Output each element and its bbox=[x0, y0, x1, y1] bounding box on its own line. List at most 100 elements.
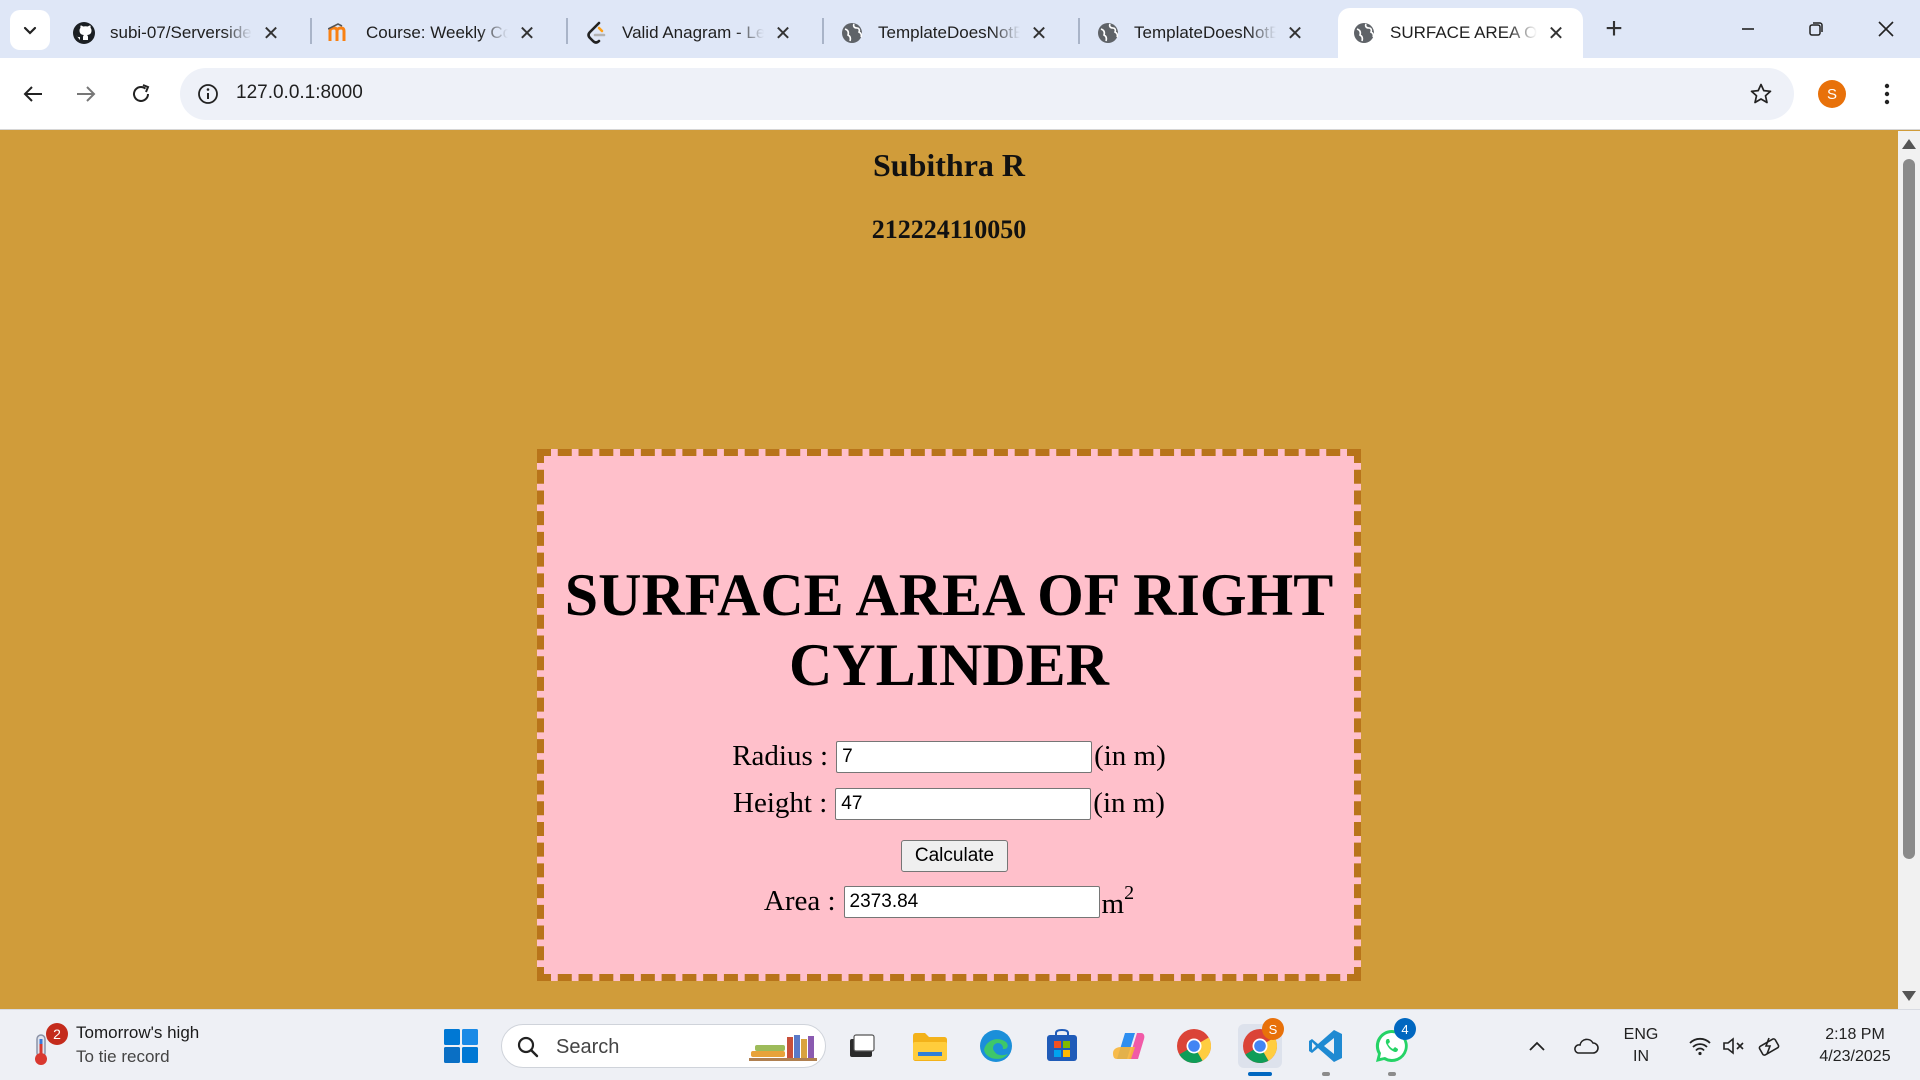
profile-avatar[interactable]: S bbox=[1818, 80, 1846, 108]
windows-logo-icon bbox=[444, 1029, 478, 1063]
area-label: Area : bbox=[763, 885, 836, 917]
running-indicator bbox=[1388, 1072, 1396, 1076]
page-title: SURFACE AREA OF RIGHT CYLINDER bbox=[564, 562, 1334, 698]
scroll-down-arrow-icon[interactable] bbox=[1902, 991, 1916, 1001]
taskbar-search[interactable]: Search bbox=[501, 1024, 826, 1068]
close-icon[interactable]: ✕ bbox=[1282, 20, 1308, 46]
tab-separator bbox=[822, 18, 824, 44]
forward-arrow-icon bbox=[77, 86, 96, 102]
tab-course[interactable]: Course: Weekly Co ✕ bbox=[314, 8, 554, 58]
globe-icon bbox=[840, 21, 864, 45]
calculate-button[interactable]: Calculate bbox=[901, 840, 1008, 872]
area-output[interactable] bbox=[843, 885, 1100, 918]
vscode-button[interactable] bbox=[1304, 1024, 1348, 1076]
restore-button[interactable] bbox=[1786, 6, 1846, 52]
clock[interactable]: 2:18 PM 4/23/2025 bbox=[1800, 1010, 1910, 1080]
tab-separator bbox=[1078, 18, 1080, 44]
tab-separator bbox=[566, 18, 568, 44]
address-bar[interactable]: 127.0.0.1:8000 bbox=[180, 68, 1794, 120]
close-icon[interactable]: ✕ bbox=[1543, 20, 1569, 46]
chrome-button[interactable] bbox=[1172, 1024, 1216, 1068]
student-id: 212224110050 bbox=[871, 215, 1027, 244]
height-label: Height : bbox=[733, 787, 828, 819]
tab-title: Course: Weekly Co bbox=[366, 23, 508, 42]
battery-button[interactable] bbox=[1754, 1010, 1786, 1080]
volume-button[interactable] bbox=[1718, 1010, 1750, 1080]
globe-icon bbox=[1096, 21, 1120, 45]
url-text[interactable]: 127.0.0.1:8000 bbox=[236, 82, 363, 104]
store-icon bbox=[1047, 1029, 1077, 1061]
chevron-down-icon bbox=[23, 26, 37, 35]
forward-button[interactable] bbox=[66, 74, 106, 114]
height-input[interactable] bbox=[835, 787, 1092, 820]
back-button[interactable] bbox=[13, 74, 53, 114]
volume-muted-icon bbox=[1723, 1036, 1744, 1055]
thermometer-icon: 2 bbox=[26, 1023, 68, 1067]
chrome-icon bbox=[1177, 1029, 1211, 1063]
close-icon[interactable]: ✕ bbox=[258, 20, 284, 46]
tab-github[interactable]: subi-07/Serverside ✕ bbox=[58, 8, 298, 58]
language-code: ENG bbox=[1623, 1025, 1659, 1043]
clock-date: 4/23/2025 bbox=[1819, 1047, 1891, 1065]
onedrive-button[interactable] bbox=[1568, 1010, 1602, 1080]
task-view-icon bbox=[850, 1034, 875, 1057]
whatsapp-badge: 4 bbox=[1394, 1018, 1416, 1040]
battery-charging-icon bbox=[1758, 1037, 1780, 1056]
vscode-icon bbox=[1309, 1030, 1342, 1062]
show-hidden-icons-button[interactable] bbox=[1522, 1010, 1552, 1080]
close-icon[interactable]: ✕ bbox=[1026, 20, 1052, 46]
site-info-icon[interactable] bbox=[194, 80, 222, 108]
tab-template-error-2[interactable]: TemplateDoesNotE ✕ bbox=[1082, 8, 1322, 58]
tab-separator bbox=[310, 18, 312, 44]
chrome-profile-button[interactable]: S bbox=[1238, 1018, 1284, 1076]
close-icon[interactable]: ✕ bbox=[514, 20, 540, 46]
copilot-button[interactable] bbox=[1106, 1024, 1150, 1068]
minimize-button[interactable] bbox=[1718, 6, 1778, 52]
close-icon[interactable]: ✕ bbox=[770, 20, 796, 46]
radius-input[interactable] bbox=[836, 740, 1093, 773]
clock-time: 2:18 PM bbox=[1825, 1025, 1885, 1043]
area-row: Area : m2 bbox=[544, 882, 1354, 921]
tab-strip: subi-07/Serverside ✕ Course: Weekly Co ✕… bbox=[0, 0, 1920, 58]
page-viewport: Subithra R 212224110050 SURFACE AREA OF … bbox=[0, 131, 1898, 1009]
tab-title: TemplateDoesNotE bbox=[1134, 23, 1276, 42]
scroll-up-arrow-icon[interactable] bbox=[1902, 139, 1916, 149]
moodle-icon bbox=[328, 21, 352, 45]
plus-icon: + bbox=[1605, 12, 1623, 45]
weather-text: Tomorrow's high To tie record bbox=[76, 1021, 199, 1069]
tab-title: Valid Anagram - Le bbox=[622, 23, 764, 42]
close-icon bbox=[1878, 21, 1894, 37]
new-tab-button[interactable]: + bbox=[1597, 12, 1631, 46]
chevron-up-icon bbox=[1529, 1041, 1545, 1051]
height-row: Height : (in m) bbox=[544, 787, 1354, 820]
close-window-button[interactable] bbox=[1856, 6, 1916, 52]
wifi-button[interactable] bbox=[1684, 1010, 1716, 1080]
store-button[interactable] bbox=[1040, 1024, 1084, 1068]
browser-menu-button[interactable] bbox=[1872, 74, 1902, 114]
whatsapp-button[interactable]: 4 bbox=[1370, 1018, 1416, 1076]
bookmark-star-icon[interactable] bbox=[1746, 79, 1776, 109]
scrollbar-thumb[interactable] bbox=[1903, 159, 1915, 859]
tab-template-error-1[interactable]: TemplateDoesNotE ✕ bbox=[826, 8, 1066, 58]
folder-icon bbox=[913, 1033, 947, 1061]
wifi-icon bbox=[1689, 1037, 1711, 1055]
reload-icon bbox=[133, 84, 150, 102]
tab-search-button[interactable] bbox=[10, 10, 50, 50]
radius-unit: (in m) bbox=[1094, 740, 1166, 772]
cloud-icon bbox=[1574, 1038, 1599, 1054]
radius-label: Radius : bbox=[732, 740, 829, 772]
weather-title: Tomorrow's high bbox=[76, 1023, 200, 1042]
weather-widget[interactable]: 2 Tomorrow's high To tie record bbox=[26, 1020, 199, 1070]
leetcode-icon bbox=[584, 21, 608, 45]
chrome-profile-badge: S bbox=[1262, 1018, 1284, 1040]
tab-leetcode[interactable]: Valid Anagram - Le ✕ bbox=[570, 8, 810, 58]
language-indicator[interactable]: ENG IN bbox=[1616, 1010, 1666, 1080]
edge-button[interactable] bbox=[974, 1024, 1018, 1068]
start-button[interactable] bbox=[439, 1024, 483, 1068]
file-explorer-button[interactable] bbox=[908, 1024, 952, 1068]
page-scrollbar[interactable] bbox=[1898, 131, 1920, 1009]
reload-button[interactable] bbox=[121, 74, 161, 114]
tab-surface-area[interactable]: SURFACE AREA OF ✕ bbox=[1338, 8, 1583, 58]
area-unit-power: 2 bbox=[1124, 882, 1135, 904]
task-view-button[interactable] bbox=[840, 1024, 884, 1068]
